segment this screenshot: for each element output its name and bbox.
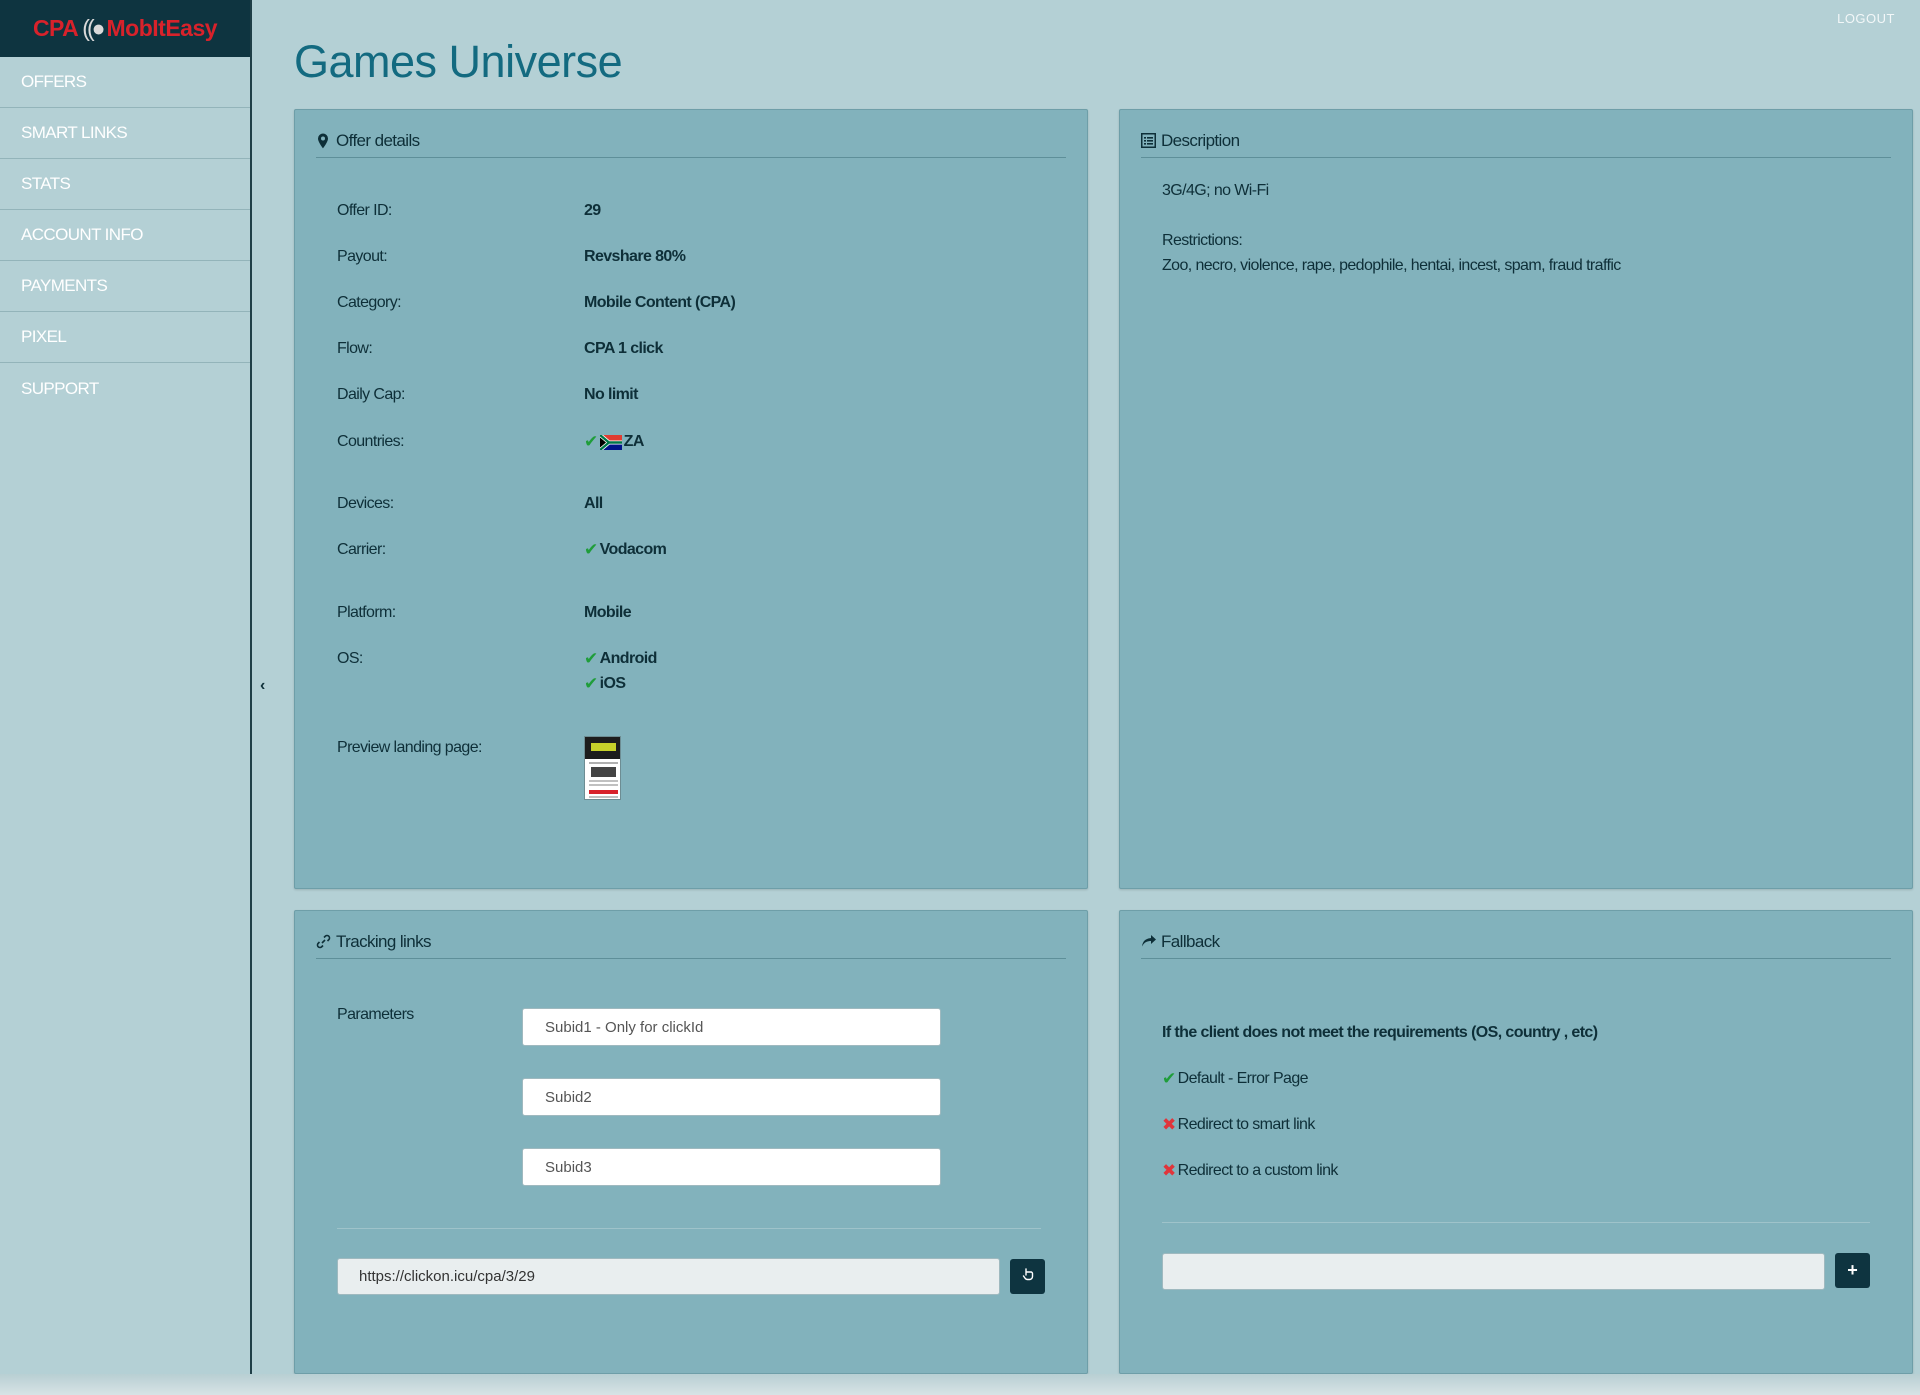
sidebar-collapse-icon[interactable]: ‹ bbox=[260, 677, 274, 695]
fallback-option-smart-link[interactable]: ✖ Redirect to smart link bbox=[1162, 1115, 1315, 1135]
logout-link[interactable]: LOGOUT bbox=[1837, 11, 1895, 26]
carrier-value: ✔ Vodacom bbox=[584, 540, 667, 560]
subid2-input[interactable] bbox=[522, 1078, 941, 1116]
os-value-ios: ✔ iOS bbox=[584, 674, 626, 694]
share-arrow-icon bbox=[1141, 934, 1157, 950]
custom-link-input[interactable] bbox=[1162, 1253, 1825, 1290]
category-label: Category: bbox=[337, 294, 402, 311]
flow-label: Flow: bbox=[337, 340, 373, 357]
devices-label: Devices: bbox=[337, 495, 394, 512]
subid1-input[interactable] bbox=[522, 1008, 941, 1046]
check-icon: ✔ bbox=[1162, 1069, 1176, 1088]
check-icon: ✔ bbox=[584, 432, 598, 451]
horizontal-scrollbar[interactable] bbox=[0, 1374, 1920, 1395]
logo-waves: ((● bbox=[82, 15, 105, 41]
countries-value: ✔ ZA bbox=[584, 432, 644, 452]
fallback-divider bbox=[1162, 1222, 1870, 1223]
carrier-label: Carrier: bbox=[337, 541, 386, 558]
check-icon: ✔ bbox=[584, 649, 598, 668]
add-custom-link-button[interactable]: + bbox=[1835, 1253, 1870, 1288]
fallback-condition: If the client does not meet the requirem… bbox=[1162, 1024, 1598, 1041]
devices-value: All bbox=[584, 495, 603, 512]
payout-label: Payout: bbox=[337, 248, 388, 265]
countries-label: Countries: bbox=[337, 433, 405, 450]
south-africa-flag-icon bbox=[598, 432, 622, 452]
offer-id-label: Offer ID: bbox=[337, 202, 392, 219]
offer-id-value: 29 bbox=[584, 202, 601, 219]
os-value-android: ✔ Android bbox=[584, 649, 657, 669]
sidebar-item-pixel[interactable]: PIXEL bbox=[0, 312, 250, 363]
subid3-input[interactable] bbox=[522, 1148, 941, 1186]
fallback-option-custom-link[interactable]: ✖ Redirect to a custom link bbox=[1162, 1161, 1338, 1181]
description-header: Description bbox=[1141, 124, 1891, 158]
fallback-title: Fallback bbox=[1161, 931, 1220, 951]
category-value: Mobile Content (CPA) bbox=[584, 294, 736, 311]
sidebar: CPA ((● MobIt Easy OFFERS SMART LINKS ST… bbox=[0, 0, 252, 1374]
offer-details-title: Offer details bbox=[336, 130, 420, 150]
list-alt-icon bbox=[1141, 132, 1157, 149]
cross-icon: ✖ bbox=[1162, 1115, 1176, 1134]
logo-text-cpa: CPA bbox=[32, 15, 79, 41]
tracking-divider bbox=[337, 1228, 1041, 1229]
sidebar-item-account-info[interactable]: ACCOUNT INFO bbox=[0, 210, 250, 261]
hand-pointer-icon bbox=[1022, 1267, 1034, 1286]
payout-value: Revshare 80% bbox=[584, 248, 686, 265]
check-icon: ✔ bbox=[584, 540, 598, 559]
platform-label: Platform: bbox=[337, 604, 396, 621]
fallback-header: Fallback bbox=[1141, 925, 1891, 959]
tracking-links-panel: Tracking links Parameters bbox=[294, 910, 1088, 1374]
map-marker-icon bbox=[316, 133, 332, 149]
parameters-label: Parameters bbox=[337, 1006, 414, 1023]
tracking-links-header: Tracking links bbox=[316, 925, 1066, 959]
plus-icon: + bbox=[1847, 1260, 1858, 1280]
logo-text-mobit: MobIt bbox=[106, 15, 166, 41]
carrier-name: Vodacom bbox=[599, 541, 667, 558]
restrictions-text: Zoo, necro, violence, rape, pedophile, h… bbox=[1162, 257, 1621, 274]
description-panel: Description 3G/4G; no Wi-Fi Restrictions… bbox=[1119, 109, 1913, 889]
logo-text-easy: Easy bbox=[165, 15, 218, 41]
sidebar-item-smart-links[interactable]: SMART LINKS bbox=[0, 108, 250, 159]
link-icon bbox=[316, 934, 332, 950]
sidebar-item-support[interactable]: SUPPORT bbox=[0, 363, 250, 414]
network-requirement: 3G/4G; no Wi-Fi bbox=[1162, 182, 1269, 199]
brand-logo[interactable]: CPA ((● MobIt Easy bbox=[0, 0, 250, 57]
preview-label: Preview landing page: bbox=[337, 739, 482, 756]
platform-value: Mobile bbox=[584, 604, 632, 621]
fallback-option-default[interactable]: ✔ Default - Error Page bbox=[1162, 1069, 1309, 1089]
os-ios: iOS bbox=[599, 675, 626, 692]
landing-page-thumbnail[interactable] bbox=[584, 736, 621, 800]
os-android: Android bbox=[599, 650, 658, 667]
os-label: OS: bbox=[337, 650, 363, 667]
offer-details-header: Offer details bbox=[316, 124, 1066, 158]
sidebar-item-offers[interactable]: OFFERS bbox=[0, 57, 250, 108]
fallback-panel: Fallback If the client does not meet the… bbox=[1119, 910, 1913, 1374]
restrictions-label: Restrictions: bbox=[1162, 232, 1243, 249]
fallback-option-label: Default - Error Page bbox=[1177, 1070, 1309, 1087]
tracking-links-title: Tracking links bbox=[336, 931, 431, 951]
sidebar-item-stats[interactable]: STATS bbox=[0, 159, 250, 210]
page-title: Games Universe bbox=[294, 36, 623, 87]
flow-value: CPA 1 click bbox=[584, 340, 663, 357]
fallback-option-label: Redirect to a custom link bbox=[1177, 1162, 1339, 1179]
fallback-option-label: Redirect to smart link bbox=[1177, 1116, 1316, 1133]
check-icon: ✔ bbox=[584, 674, 598, 693]
description-title: Description bbox=[1161, 130, 1240, 150]
country-code: ZA bbox=[623, 433, 645, 450]
cross-icon: ✖ bbox=[1162, 1161, 1176, 1180]
sidebar-item-payments[interactable]: PAYMENTS bbox=[0, 261, 250, 312]
daily-cap-label: Daily Cap: bbox=[337, 386, 405, 403]
daily-cap-value: No limit bbox=[584, 386, 638, 403]
copy-url-button[interactable] bbox=[1010, 1259, 1045, 1294]
offer-details-panel: Offer details Offer ID: 29 Payout: Revsh… bbox=[294, 109, 1088, 889]
tracking-url-field[interactable] bbox=[337, 1258, 1000, 1295]
